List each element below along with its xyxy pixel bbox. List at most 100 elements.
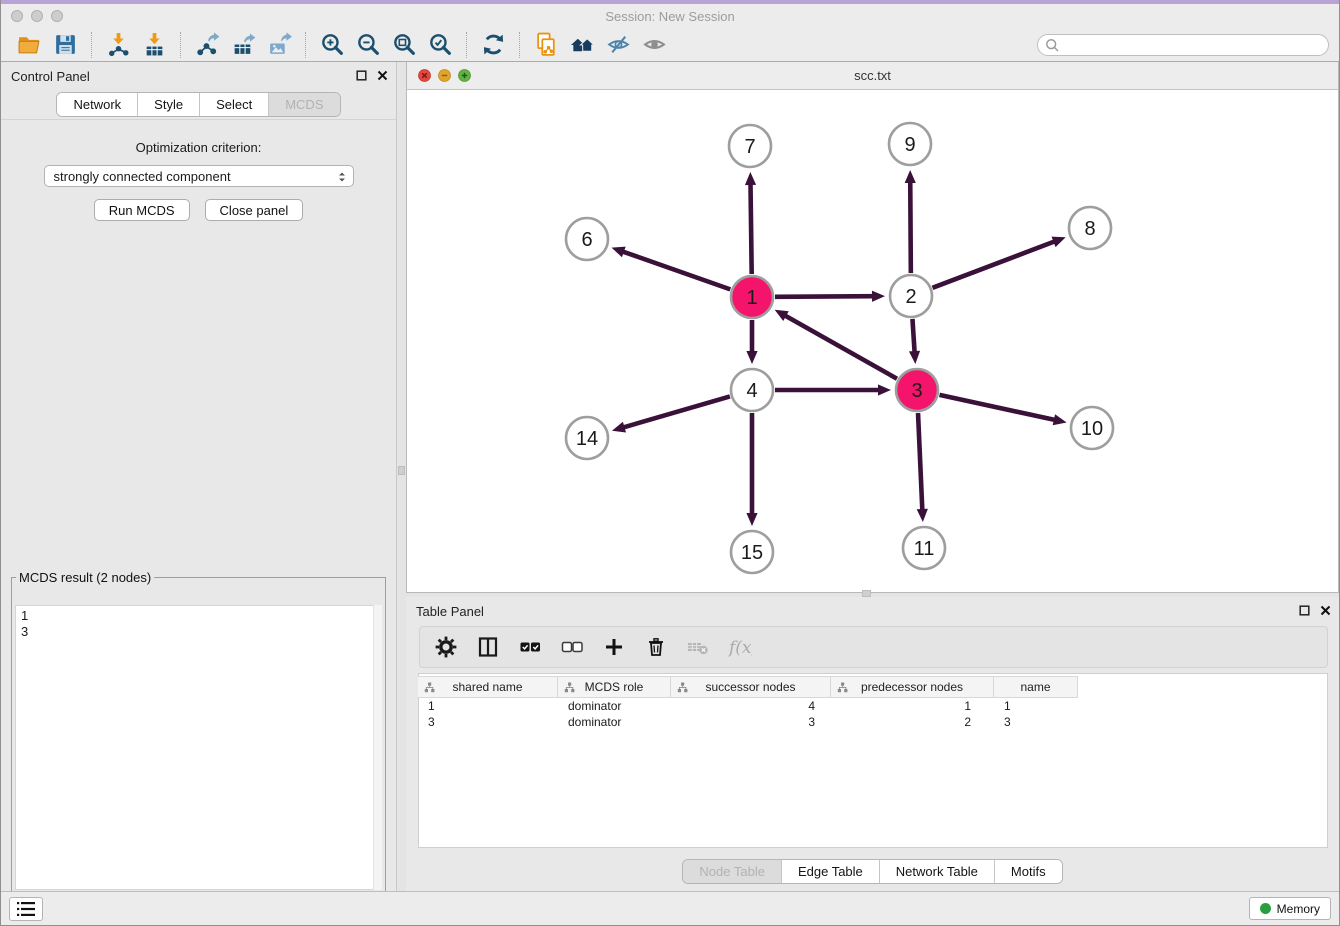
deselect-all-rows-button[interactable] (556, 631, 588, 663)
node-9[interactable]: 9 (889, 123, 931, 165)
import-network-button[interactable] (100, 30, 136, 60)
zoom-out-icon (356, 32, 381, 57)
table-cell: 4 (671, 698, 831, 714)
save-session-button[interactable] (47, 30, 83, 60)
sort-hierarchy-icon (424, 682, 435, 693)
column-header-successor-nodes[interactable]: successor nodes (671, 677, 831, 697)
network-window: scc.txt 7 9 6 8 1 2 4 3 10 14 15 11 (406, 62, 1339, 593)
select-all-icon (518, 635, 542, 659)
node-1[interactable]: 1 (731, 276, 773, 318)
node-8[interactable]: 8 (1069, 207, 1111, 249)
open-file-button[interactable] (11, 30, 47, 60)
delete-row-button[interactable] (640, 631, 672, 663)
close-panel-icon[interactable] (1320, 605, 1331, 616)
control-panel-tabbar: NetworkStyleSelectMCDS (1, 90, 396, 120)
columns-icon (476, 635, 500, 659)
show-columns-button[interactable] (472, 631, 504, 663)
vertical-splitter[interactable] (396, 62, 406, 892)
add-row-button[interactable] (598, 631, 630, 663)
node-2[interactable]: 2 (890, 275, 932, 317)
table-row[interactable]: 3dominator323 (418, 714, 1078, 730)
table-options-button[interactable] (430, 631, 462, 663)
network-overview-button[interactable] (564, 30, 600, 60)
node-6[interactable]: 6 (566, 218, 608, 260)
main-toolbar (1, 28, 1339, 62)
table-cell: 3 (418, 714, 558, 730)
edge-1-2 (775, 291, 885, 302)
memory-button[interactable]: Memory (1249, 897, 1331, 920)
column-header-predecessor-nodes[interactable]: predecessor nodes (831, 677, 994, 697)
export-network-button[interactable] (189, 30, 225, 60)
tab-mcds[interactable]: MCDS (268, 93, 339, 116)
tab-select[interactable]: Select (199, 93, 268, 116)
export-image-button[interactable] (261, 30, 297, 60)
sort-hierarchy-icon (677, 682, 688, 693)
node-11[interactable]: 11 (903, 527, 945, 569)
mcds-result-legend: MCDS result (2 nodes) (16, 570, 154, 585)
import-table-button[interactable] (136, 30, 172, 60)
close-panel-icon[interactable] (377, 70, 388, 81)
svg-text:3: 3 (911, 380, 922, 402)
new-network-document-button[interactable] (528, 30, 564, 60)
network-window-titlebar: scc.txt (407, 62, 1338, 90)
close-panel-button[interactable]: Close panel (205, 199, 304, 221)
tab-network[interactable]: Network (57, 93, 137, 116)
select-all-rows-button[interactable] (514, 631, 546, 663)
splitter-handle[interactable] (398, 466, 405, 475)
column-header-mcds-role[interactable]: MCDS role (558, 677, 671, 697)
network-graph: 7 9 6 8 1 2 4 3 10 14 15 11 (407, 90, 1337, 592)
workspace-area: scc.txt 7968124310141511 Table Panel f(x (406, 62, 1339, 892)
zoom-in-icon (320, 32, 345, 57)
tab-motifs[interactable]: Motifs (994, 860, 1062, 883)
tab-style[interactable]: Style (137, 93, 199, 116)
toolbar-buttons (11, 28, 672, 61)
zoom-fit-button[interactable] (386, 30, 422, 60)
svg-text:1: 1 (746, 287, 757, 309)
doc-network-icon (534, 32, 559, 57)
task-history-button[interactable] (9, 897, 43, 921)
node-14[interactable]: 14 (566, 417, 608, 459)
float-panel-icon[interactable] (1299, 605, 1310, 616)
network-minimize-icon[interactable] (438, 69, 451, 82)
node-table: shared nameMCDS rolesuccessor nodesprede… (418, 676, 1078, 730)
network-maximize-icon[interactable] (458, 69, 471, 82)
table-cell: dominator (558, 698, 671, 714)
node-3[interactable]: 3 (896, 369, 938, 411)
network-close-icon[interactable] (418, 69, 431, 82)
optimization-criterion-value: strongly connected component (54, 169, 231, 184)
hide-graphics-details-button[interactable] (600, 30, 636, 60)
table-toolbar: f(x) (419, 626, 1328, 668)
refresh-button[interactable] (475, 30, 511, 60)
splitter-handle[interactable] (862, 590, 871, 597)
mcds-result-scrollbar[interactable] (373, 605, 382, 890)
node-15[interactable]: 15 (731, 531, 773, 573)
toolbar-separator (466, 32, 467, 58)
node-4[interactable]: 4 (731, 369, 773, 411)
node-10[interactable]: 10 (1071, 407, 1113, 449)
column-header-shared-name[interactable]: shared name (418, 677, 558, 697)
tab-network-table[interactable]: Network Table (879, 860, 994, 883)
table-row[interactable]: 1dominator411 (418, 698, 1078, 714)
task-list-icon (14, 897, 38, 921)
column-header-name[interactable]: name (994, 677, 1078, 697)
float-panel-icon[interactable] (356, 70, 367, 81)
export-table-button[interactable] (225, 30, 261, 60)
mcds-result-text[interactable]: 1 3 (15, 605, 382, 890)
search-icon (1045, 38, 1059, 52)
edge-2-3 (909, 319, 920, 364)
edge-4-15 (746, 413, 757, 526)
show-graphics-details-button[interactable] (636, 30, 672, 60)
zoom-in-button[interactable] (314, 30, 350, 60)
table-cell: 3 (671, 714, 831, 730)
zoom-out-button[interactable] (350, 30, 386, 60)
network-canvas[interactable]: 7 9 6 8 1 2 4 3 10 14 15 11 (407, 90, 1338, 592)
svg-text:f(x): f(x) (728, 638, 752, 658)
table-panel-header: Table Panel (406, 597, 1339, 625)
zoom-selected-button[interactable] (422, 30, 458, 60)
node-7[interactable]: 7 (729, 125, 771, 167)
run-mcds-button[interactable]: Run MCDS (94, 199, 190, 221)
tab-node-table[interactable]: Node Table (683, 860, 781, 883)
tab-edge-table[interactable]: Edge Table (781, 860, 879, 883)
optimization-criterion-select[interactable]: strongly connected component (44, 165, 354, 187)
search-input[interactable] (1037, 34, 1329, 56)
